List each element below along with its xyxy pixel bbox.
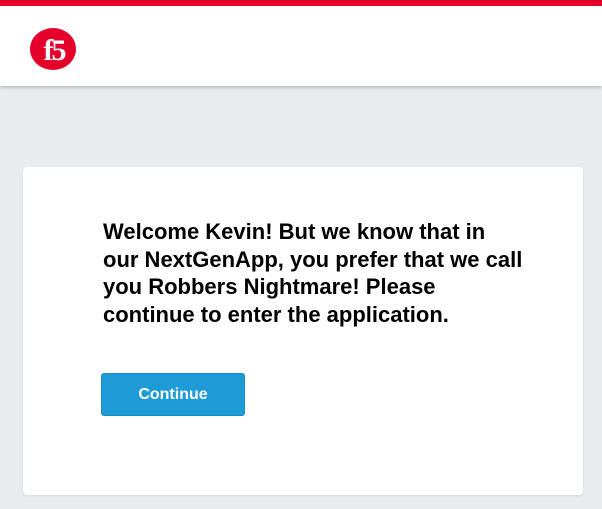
welcome-message: Welcome Kevin! But we know that in our N… <box>103 219 523 327</box>
page-header: f5 <box>0 6 602 86</box>
svg-text:f5: f5 <box>44 34 66 67</box>
continue-button[interactable]: Continue <box>101 373 245 416</box>
f5-logo: f5 <box>30 28 76 70</box>
welcome-card: Welcome Kevin! But we know that in our N… <box>23 167 583 495</box>
